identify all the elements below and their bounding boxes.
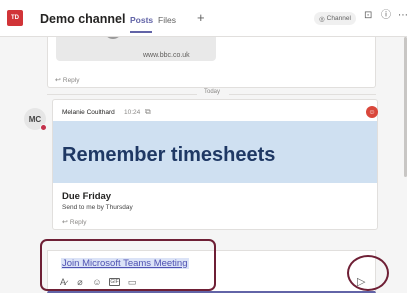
team-avatar[interactable]: TD xyxy=(7,10,23,26)
presence-busy-icon xyxy=(40,124,47,131)
meeting-link[interactable]: Join Microsoft Teams Meeting xyxy=(61,258,189,269)
tab-files[interactable]: Files xyxy=(158,15,176,25)
tab-posts[interactable]: Posts xyxy=(130,15,153,25)
compose-box[interactable]: Join Microsoft Teams Meeting A̷ ⌀ ☺ GIF … xyxy=(47,250,376,293)
channel-header: TD Demo channel Posts Files + ◎ Channel … xyxy=(0,0,407,37)
message-time: 10:24 xyxy=(124,109,141,116)
gif-icon[interactable]: GIF xyxy=(109,278,120,286)
author-name[interactable]: Melanie Coulthard xyxy=(62,109,115,116)
post-body: Send to me by Thursday xyxy=(62,204,133,211)
edited-icon: ⧉ xyxy=(145,107,151,116)
day-separator-label: Today xyxy=(204,89,221,95)
format-icon[interactable]: A̷ xyxy=(58,278,68,287)
post-heading: Due Friday xyxy=(62,191,112,202)
message-post: Melanie Coulthard 10:24 ⧉ ☺ Remember tim… xyxy=(52,99,378,230)
reply-icon: ↩ xyxy=(55,77,61,84)
reply-button[interactable]: ↩ Reply xyxy=(62,218,87,226)
preview-image-icon xyxy=(106,37,120,39)
separator-line xyxy=(229,94,376,95)
compose-toolbar: A̷ ⌀ ☺ GIF ▭ xyxy=(58,278,137,287)
more-icon[interactable]: ⋯ xyxy=(398,11,407,21)
reply-button[interactable]: ↩ Reply xyxy=(55,76,80,84)
link-url[interactable]: www.bbc.co.uk xyxy=(143,52,190,59)
emoji-icon[interactable]: ☺ xyxy=(92,278,102,287)
reaction-icon[interactable]: ☺ xyxy=(366,106,378,118)
banner-title: Remember timesheets xyxy=(62,144,276,166)
channel-icon: ◎ xyxy=(319,15,325,23)
announcement-banner: Remember timesheets xyxy=(53,121,377,183)
video-call-icon[interactable]: ⊡ xyxy=(364,11,372,21)
separator-line xyxy=(47,94,197,95)
reply-icon: ↩ xyxy=(62,219,68,226)
attach-icon[interactable]: ⌀ xyxy=(75,278,85,287)
info-icon[interactable]: ⓘ xyxy=(381,11,391,21)
channel-pill-label: Channel xyxy=(326,15,351,22)
channel-info-pill[interactable]: ◎ Channel xyxy=(314,12,356,25)
reply-label: Reply xyxy=(62,77,80,84)
reply-label: Reply xyxy=(69,219,87,226)
send-icon[interactable]: ▷ xyxy=(357,275,365,288)
sticker-icon[interactable]: ▭ xyxy=(127,278,137,287)
link-preview-card[interactable] xyxy=(56,37,216,61)
previous-post: www.bbc.co.uk ↩ Reply xyxy=(47,37,376,88)
active-tab-indicator xyxy=(130,31,152,33)
add-tab-button[interactable]: + xyxy=(197,11,205,24)
channel-title: Demo channel xyxy=(40,12,126,26)
